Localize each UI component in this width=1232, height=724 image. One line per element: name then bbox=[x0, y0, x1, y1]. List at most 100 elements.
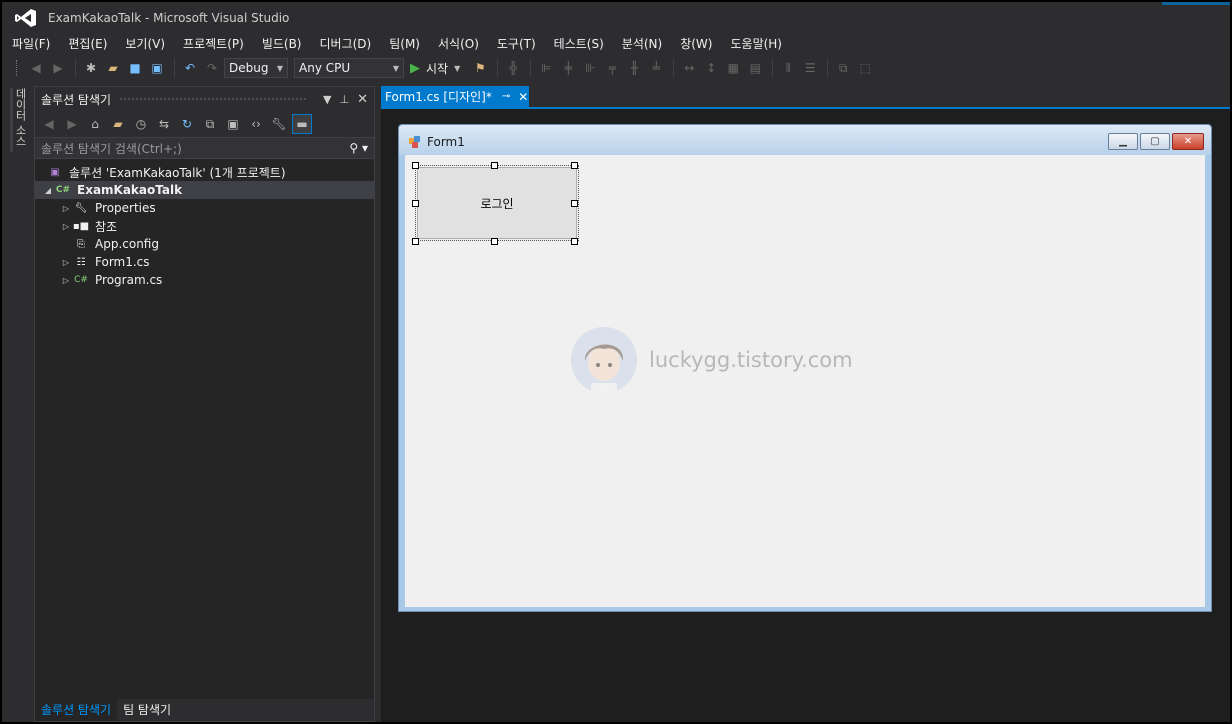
visual-studio-logo-icon bbox=[15, 9, 36, 27]
data-sources-tab[interactable]: 데이터 소스 bbox=[10, 88, 28, 152]
form-client-area[interactable]: 로그인 luckygg.tistory.com bbox=[405, 155, 1205, 607]
expand-arrow-icon[interactable]: ▷ bbox=[59, 258, 73, 267]
make-same-height-icon[interactable]: ↕ bbox=[701, 58, 721, 78]
resize-handle-se[interactable] bbox=[571, 238, 578, 245]
menu-help[interactable]: 도움말(H) bbox=[730, 35, 782, 52]
align-middles-icon[interactable]: ╫ bbox=[624, 58, 644, 78]
expand-arrow-icon[interactable]: ▷ bbox=[59, 222, 73, 231]
login-button[interactable]: 로그인 bbox=[417, 167, 577, 239]
browser-link-icon[interactable]: ⚑ bbox=[470, 58, 490, 78]
platform-dropdown[interactable]: Any CPU ▼ bbox=[294, 58, 404, 78]
collapse-arrow-icon[interactable]: ◢ bbox=[41, 186, 55, 195]
open-folder-icon[interactable]: ▰ bbox=[103, 58, 123, 78]
menu-debug[interactable]: 디버그(D) bbox=[320, 35, 372, 52]
tree-item-solution[interactable]: ▣ 솔루션 'ExamKakaoTalk' (1개 프로젝트) bbox=[35, 163, 374, 181]
start-button[interactable]: ▶ 시작 ▼ bbox=[410, 60, 460, 77]
configuration-dropdown[interactable]: Debug ▼ bbox=[224, 58, 288, 78]
panel-bottom-tabs: 솔루션 탐색기 팀 탐색기 bbox=[35, 699, 374, 721]
document-tab-label: Form1.cs [디자인]* bbox=[385, 90, 492, 104]
maximize-button[interactable]: ▢ bbox=[1140, 133, 1170, 150]
forward-icon[interactable]: ▶ bbox=[48, 58, 68, 78]
expand-arrow-icon[interactable]: ▷ bbox=[59, 204, 73, 213]
menu-project[interactable]: 프로젝트(P) bbox=[183, 35, 244, 52]
tree-item-form1[interactable]: ▷ ☷ Form1.cs bbox=[35, 253, 374, 271]
expand-arrow-icon[interactable]: ▷ bbox=[59, 276, 73, 285]
tree-item-app-config[interactable]: ⎘ App.config bbox=[35, 235, 374, 253]
tree-item-program[interactable]: ▷ C# Program.cs bbox=[35, 271, 374, 289]
horizontal-spacing-icon[interactable]: ⫴ bbox=[778, 58, 798, 78]
view-code-icon[interactable]: ‹› bbox=[246, 114, 266, 134]
tab-team-explorer[interactable]: 팀 탐색기 bbox=[117, 699, 177, 721]
home-icon[interactable]: ⌂ bbox=[85, 114, 105, 134]
redo-icon[interactable]: ↷ bbox=[202, 58, 222, 78]
menu-build[interactable]: 빌드(B) bbox=[262, 35, 302, 52]
align-bottoms-icon[interactable]: ╧ bbox=[646, 58, 666, 78]
back-icon[interactable]: ◀ bbox=[39, 114, 59, 134]
switch-views-icon[interactable]: ▰ bbox=[108, 114, 128, 134]
back-icon[interactable]: ◀ bbox=[26, 58, 46, 78]
align-tops-icon[interactable]: ╤ bbox=[602, 58, 622, 78]
close-icon[interactable]: ✕ bbox=[357, 92, 368, 107]
resize-handle-n[interactable] bbox=[491, 162, 498, 169]
menu-window[interactable]: 창(W) bbox=[680, 35, 712, 52]
resize-handle-nw[interactable] bbox=[412, 162, 419, 169]
align-centers-icon[interactable]: ╪ bbox=[558, 58, 578, 78]
close-icon[interactable]: ✕ bbox=[518, 90, 528, 104]
make-same-size-icon[interactable]: ▤ bbox=[745, 58, 765, 78]
sync-icon[interactable]: ⇆ bbox=[154, 114, 174, 134]
form1-window[interactable]: Form1 ▁ ▢ ✕ 로그인 luckygg.tistory.com bbox=[398, 124, 1212, 612]
menu-format[interactable]: 서식(O) bbox=[438, 35, 479, 52]
tree-item-label: Program.cs bbox=[95, 273, 163, 287]
resize-handle-sw[interactable] bbox=[412, 238, 419, 245]
resize-handle-ne[interactable] bbox=[571, 162, 578, 169]
pin-icon[interactable]: ⊸ bbox=[502, 91, 510, 102]
tab-form1-designer[interactable]: Form1.cs [디자인]* ⊸ ✕ bbox=[381, 86, 529, 107]
align-to-grid-icon[interactable]: ╬ bbox=[503, 58, 523, 78]
tree-item-references[interactable]: ▷ ▪■ 참조 bbox=[35, 217, 374, 235]
tree-item-project[interactable]: ◢ C# ExamKakaoTalk bbox=[35, 181, 374, 199]
panel-grip[interactable] bbox=[119, 96, 308, 102]
minimize-button[interactable]: ▁ bbox=[1108, 133, 1138, 150]
menu-file[interactable]: 파일(F) bbox=[12, 35, 50, 52]
solution-search-field[interactable]: 솔루션 탐색기 검색(Ctrl+;) ⚲ ▾ bbox=[35, 137, 374, 159]
toolbar-grip[interactable] bbox=[16, 60, 20, 76]
search-icon[interactable]: ⚲ ▾ bbox=[349, 141, 368, 155]
tree-item-properties[interactable]: ▷ 🔧︎ Properties bbox=[35, 199, 374, 217]
close-button[interactable]: ✕ bbox=[1172, 133, 1204, 150]
resize-handle-w[interactable] bbox=[412, 200, 419, 207]
menu-test[interactable]: 테스트(S) bbox=[554, 35, 604, 52]
config-file-icon: ⎘ bbox=[77, 238, 85, 250]
chevron-down-icon[interactable]: ▼ bbox=[323, 93, 331, 106]
menu-analyze[interactable]: 분석(N) bbox=[622, 35, 662, 52]
menu-view[interactable]: 보기(V) bbox=[125, 35, 165, 52]
toolbar-separator bbox=[827, 59, 829, 77]
form-title-bar[interactable]: Form1 ▁ ▢ ✕ bbox=[399, 125, 1211, 155]
preview-selected-icon[interactable]: ▬ bbox=[292, 114, 312, 134]
menu-tools[interactable]: 도구(T) bbox=[497, 35, 536, 52]
size-to-grid-icon[interactable]: ▦ bbox=[723, 58, 743, 78]
save-icon[interactable]: ■ bbox=[125, 58, 145, 78]
resize-handle-s[interactable] bbox=[491, 238, 498, 245]
tab-solution-explorer[interactable]: 솔루션 탐색기 bbox=[35, 699, 118, 721]
left-tool-strip: 데이터 소스 bbox=[2, 84, 32, 722]
save-all-icon[interactable]: ▣ bbox=[147, 58, 167, 78]
vertical-spacing-icon[interactable]: ☰ bbox=[800, 58, 820, 78]
bring-to-front-icon[interactable]: ⧉ bbox=[833, 58, 853, 78]
menu-team[interactable]: 팀(M) bbox=[389, 35, 420, 52]
resize-handle-e[interactable] bbox=[571, 200, 578, 207]
undo-icon[interactable]: ↶ bbox=[180, 58, 200, 78]
properties-wrench-icon[interactable]: 🔧︎ bbox=[269, 114, 289, 134]
show-all-files-icon[interactable]: ▣ bbox=[223, 114, 243, 134]
pin-icon[interactable]: ⊥ bbox=[340, 93, 350, 106]
menu-edit[interactable]: 편집(E) bbox=[68, 35, 107, 52]
refresh-icon[interactable]: ↻ bbox=[177, 114, 197, 134]
collapse-all-icon[interactable]: ⧉ bbox=[200, 114, 220, 134]
forward-icon[interactable]: ▶ bbox=[62, 114, 82, 134]
align-rights-icon[interactable]: ⊪ bbox=[580, 58, 600, 78]
pending-changes-icon[interactable]: ◷ bbox=[131, 114, 151, 134]
new-project-icon[interactable]: ✱ bbox=[81, 58, 101, 78]
send-to-back-icon[interactable]: ⬚ bbox=[855, 58, 875, 78]
chevron-down-icon: ▼ bbox=[392, 63, 399, 73]
make-same-width-icon[interactable]: ↔ bbox=[679, 58, 699, 78]
align-lefts-icon[interactable]: ⊫ bbox=[536, 58, 556, 78]
